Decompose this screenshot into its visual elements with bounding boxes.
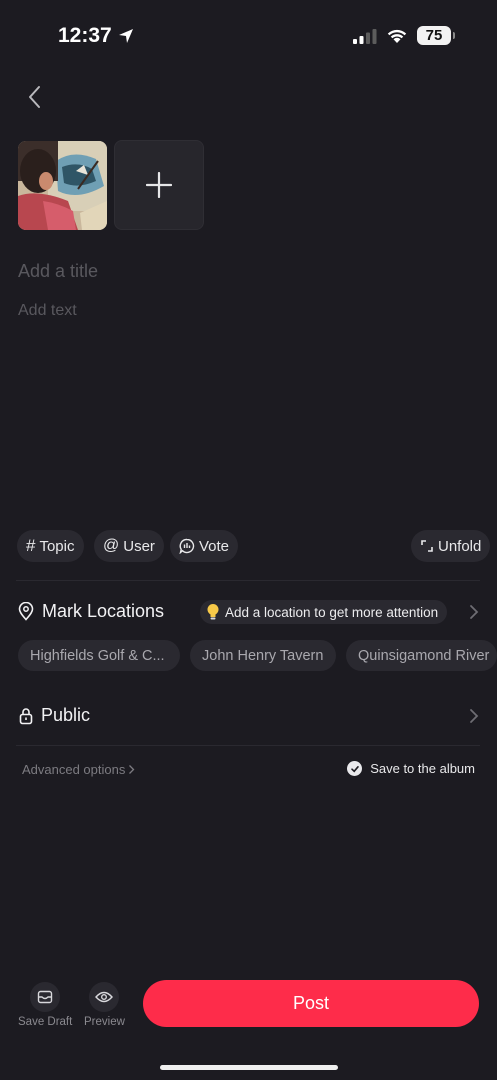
draft-box-icon xyxy=(30,982,61,1012)
divider xyxy=(16,745,480,746)
vote-label: Vote xyxy=(199,537,230,555)
save-draft-label: Save Draft xyxy=(18,1016,73,1028)
title-input[interactable] xyxy=(18,259,478,283)
save-to-album-toggle[interactable]: Save to the album xyxy=(347,761,475,776)
hashtag-icon: # xyxy=(26,536,36,555)
at-sign-icon: @ xyxy=(103,537,120,554)
expand-icon xyxy=(421,540,433,552)
location-suggestion-chip[interactable]: Quinsigamond River xyxy=(346,640,497,671)
location-tip-text: Add a location to get more attention xyxy=(225,604,439,620)
location-suggestion-chip[interactable]: Highfields Golf & C... xyxy=(18,640,180,671)
status-time: 12:37 xyxy=(58,24,134,48)
user-label: User xyxy=(123,537,155,555)
mark-locations-label: Mark Locations xyxy=(42,601,165,621)
topic-label: Topic xyxy=(39,537,75,555)
location-suggestion-label: Quinsigamond River xyxy=(358,647,490,664)
advanced-options-label: Advanced options xyxy=(22,762,126,777)
checkmark-icon xyxy=(347,761,363,776)
cellular-signal-icon xyxy=(353,28,377,44)
advanced-options-link[interactable]: Advanced options xyxy=(22,762,135,777)
save-draft-button[interactable]: Save Draft xyxy=(18,982,72,1028)
save-album-label: Save to the album xyxy=(370,761,475,776)
painting-photo-image xyxy=(18,141,107,230)
wifi-icon xyxy=(387,29,407,43)
user-chip[interactable]: @ User xyxy=(94,530,164,562)
vote-chip[interactable]: Vote xyxy=(170,530,239,562)
location-suggestion-label: John Henry Tavern xyxy=(202,647,324,664)
location-suggestion-chip[interactable]: John Henry Tavern xyxy=(190,640,336,671)
lock-icon xyxy=(19,707,33,724)
mark-locations-row[interactable]: Mark Locations xyxy=(18,601,164,622)
post-button[interactable]: Post xyxy=(143,980,479,1027)
battery-level: 75 xyxy=(425,27,443,44)
visibility-label: Public xyxy=(41,705,91,725)
location-tip-badge[interactable]: Add a location to get more attention xyxy=(200,600,448,624)
eye-icon xyxy=(89,982,120,1012)
battery-indicator: 75 xyxy=(417,26,455,45)
visibility-row[interactable]: Public xyxy=(19,705,90,726)
preview-label: Preview xyxy=(84,1016,125,1028)
chevron-left-icon xyxy=(29,86,40,108)
time-text: 12:37 xyxy=(58,24,112,47)
plus-icon xyxy=(146,172,172,198)
vote-bubble-icon xyxy=(179,538,195,554)
back-button[interactable] xyxy=(24,84,48,110)
body-text-input[interactable] xyxy=(18,300,478,322)
divider xyxy=(16,580,480,581)
location-suggestion-label: Highfields Golf & C... xyxy=(30,647,165,664)
chevron-right-icon[interactable] xyxy=(469,604,479,620)
unfold-label: Unfold xyxy=(438,537,482,555)
location-pin-icon xyxy=(18,602,34,621)
chevron-right-icon[interactable] xyxy=(469,708,479,724)
unfold-chip[interactable]: Unfold xyxy=(411,530,491,562)
media-thumbnail[interactable] xyxy=(18,141,107,230)
lightbulb-icon xyxy=(207,604,219,620)
topic-chip[interactable]: # Topic xyxy=(17,530,84,562)
add-media-button[interactable] xyxy=(114,140,204,230)
chevron-right-icon xyxy=(129,765,135,774)
home-indicator[interactable] xyxy=(160,1065,338,1070)
status-indicators: 75 xyxy=(353,26,455,45)
location-arrow-icon xyxy=(118,29,133,43)
preview-button[interactable]: Preview xyxy=(84,982,125,1028)
